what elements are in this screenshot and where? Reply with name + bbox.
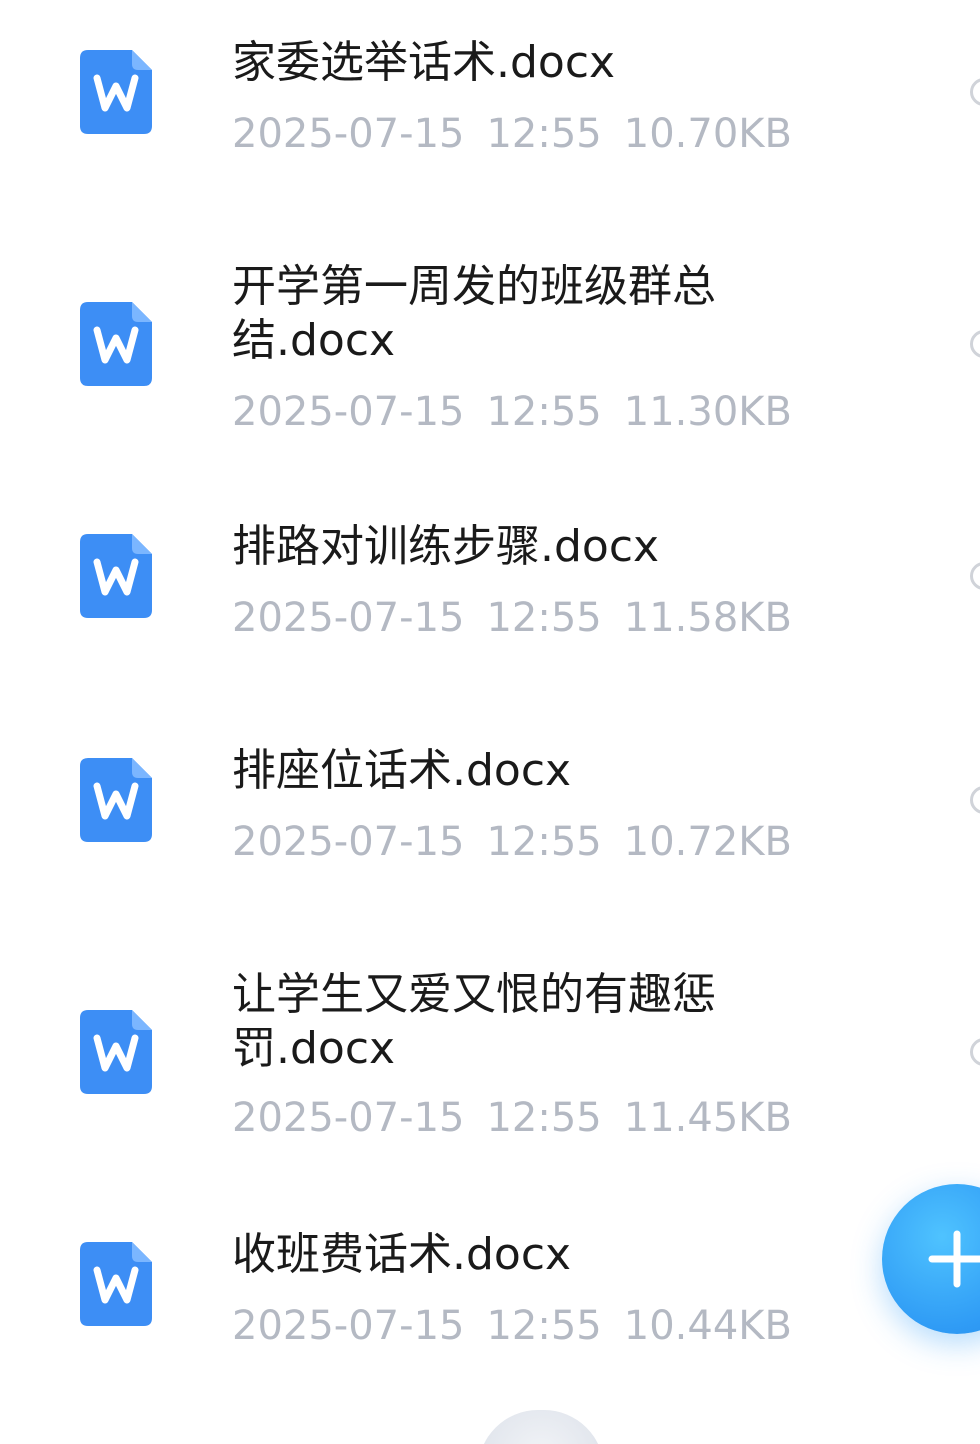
file-time: 12:55 (486, 819, 602, 865)
file-time: 12:55 (486, 1095, 602, 1141)
select-radio[interactable] (970, 1038, 980, 1066)
file-name: 排路对训练步骤.docx (232, 521, 660, 572)
file-date: 2025-07-15 (232, 111, 465, 157)
bottom-nav-button[interactable] (478, 1410, 604, 1444)
file-row[interactable]: 让学生又爱又恨的有趣惩罚.docx 2025-07-15 12:55 11.45KB (0, 948, 980, 1168)
file-meta: 2025-07-15 12:55 11.30KB (232, 388, 792, 436)
word-doc-icon (80, 534, 152, 618)
word-doc-icon (80, 1242, 152, 1326)
file-date: 2025-07-15 (232, 389, 465, 435)
plus-icon (928, 1230, 980, 1288)
file-size: 10.72KB (623, 819, 792, 865)
file-size: 11.45KB (623, 1095, 792, 1141)
file-time: 12:55 (486, 389, 602, 435)
file-row[interactable]: 家委选举话术.docx 2025-07-15 12:55 10.70KB (0, 0, 980, 200)
file-row[interactable]: 排座位话术.docx 2025-07-15 12:55 10.72KB (0, 724, 980, 904)
word-doc-icon (80, 1010, 152, 1094)
file-size: 10.70KB (623, 111, 792, 157)
select-radio[interactable] (970, 786, 980, 814)
file-row[interactable]: 收班费话术.docx 2025-07-15 12:55 10.44KB (0, 1208, 980, 1388)
word-doc-icon (80, 758, 152, 842)
file-name: 排座位话术.docx (232, 745, 572, 796)
file-name: 让学生又爱又恨的有趣惩罚.docx (232, 969, 716, 1074)
file-name: 开学第一周发的班级群总结.docx (232, 261, 716, 366)
select-radio[interactable] (970, 562, 980, 590)
file-date: 2025-07-15 (232, 595, 465, 641)
file-date: 2025-07-15 (232, 819, 465, 865)
file-meta: 2025-07-15 12:55 11.45KB (232, 1094, 792, 1142)
word-doc-icon (80, 302, 152, 386)
file-size: 11.58KB (623, 595, 792, 641)
file-time: 12:55 (486, 111, 602, 157)
file-row[interactable]: 排路对训练步骤.docx 2025-07-15 12:55 11.58KB (0, 500, 980, 680)
file-date: 2025-07-15 (232, 1303, 465, 1349)
file-size: 10.44KB (623, 1303, 792, 1349)
file-name: 收班费话术.docx (232, 1229, 572, 1280)
file-meta: 2025-07-15 12:55 10.70KB (232, 110, 792, 158)
select-radio[interactable] (970, 78, 980, 106)
file-date: 2025-07-15 (232, 1095, 465, 1141)
file-row[interactable]: 开学第一周发的班级群总结.docx 2025-07-15 12:55 11.30KB (0, 240, 980, 460)
file-meta: 2025-07-15 12:55 10.44KB (232, 1302, 792, 1350)
file-meta: 2025-07-15 12:55 10.72KB (232, 818, 792, 866)
file-meta: 2025-07-15 12:55 11.58KB (232, 594, 792, 642)
word-doc-icon (80, 50, 152, 134)
select-radio[interactable] (970, 330, 980, 358)
file-name: 家委选举话术.docx (232, 37, 616, 88)
file-size: 11.30KB (623, 389, 792, 435)
file-time: 12:55 (486, 1303, 602, 1349)
file-time: 12:55 (486, 595, 602, 641)
file-list-screen: 家委选举话术.docx 2025-07-15 12:55 10.70KB 开学第一周… (0, 0, 980, 1444)
